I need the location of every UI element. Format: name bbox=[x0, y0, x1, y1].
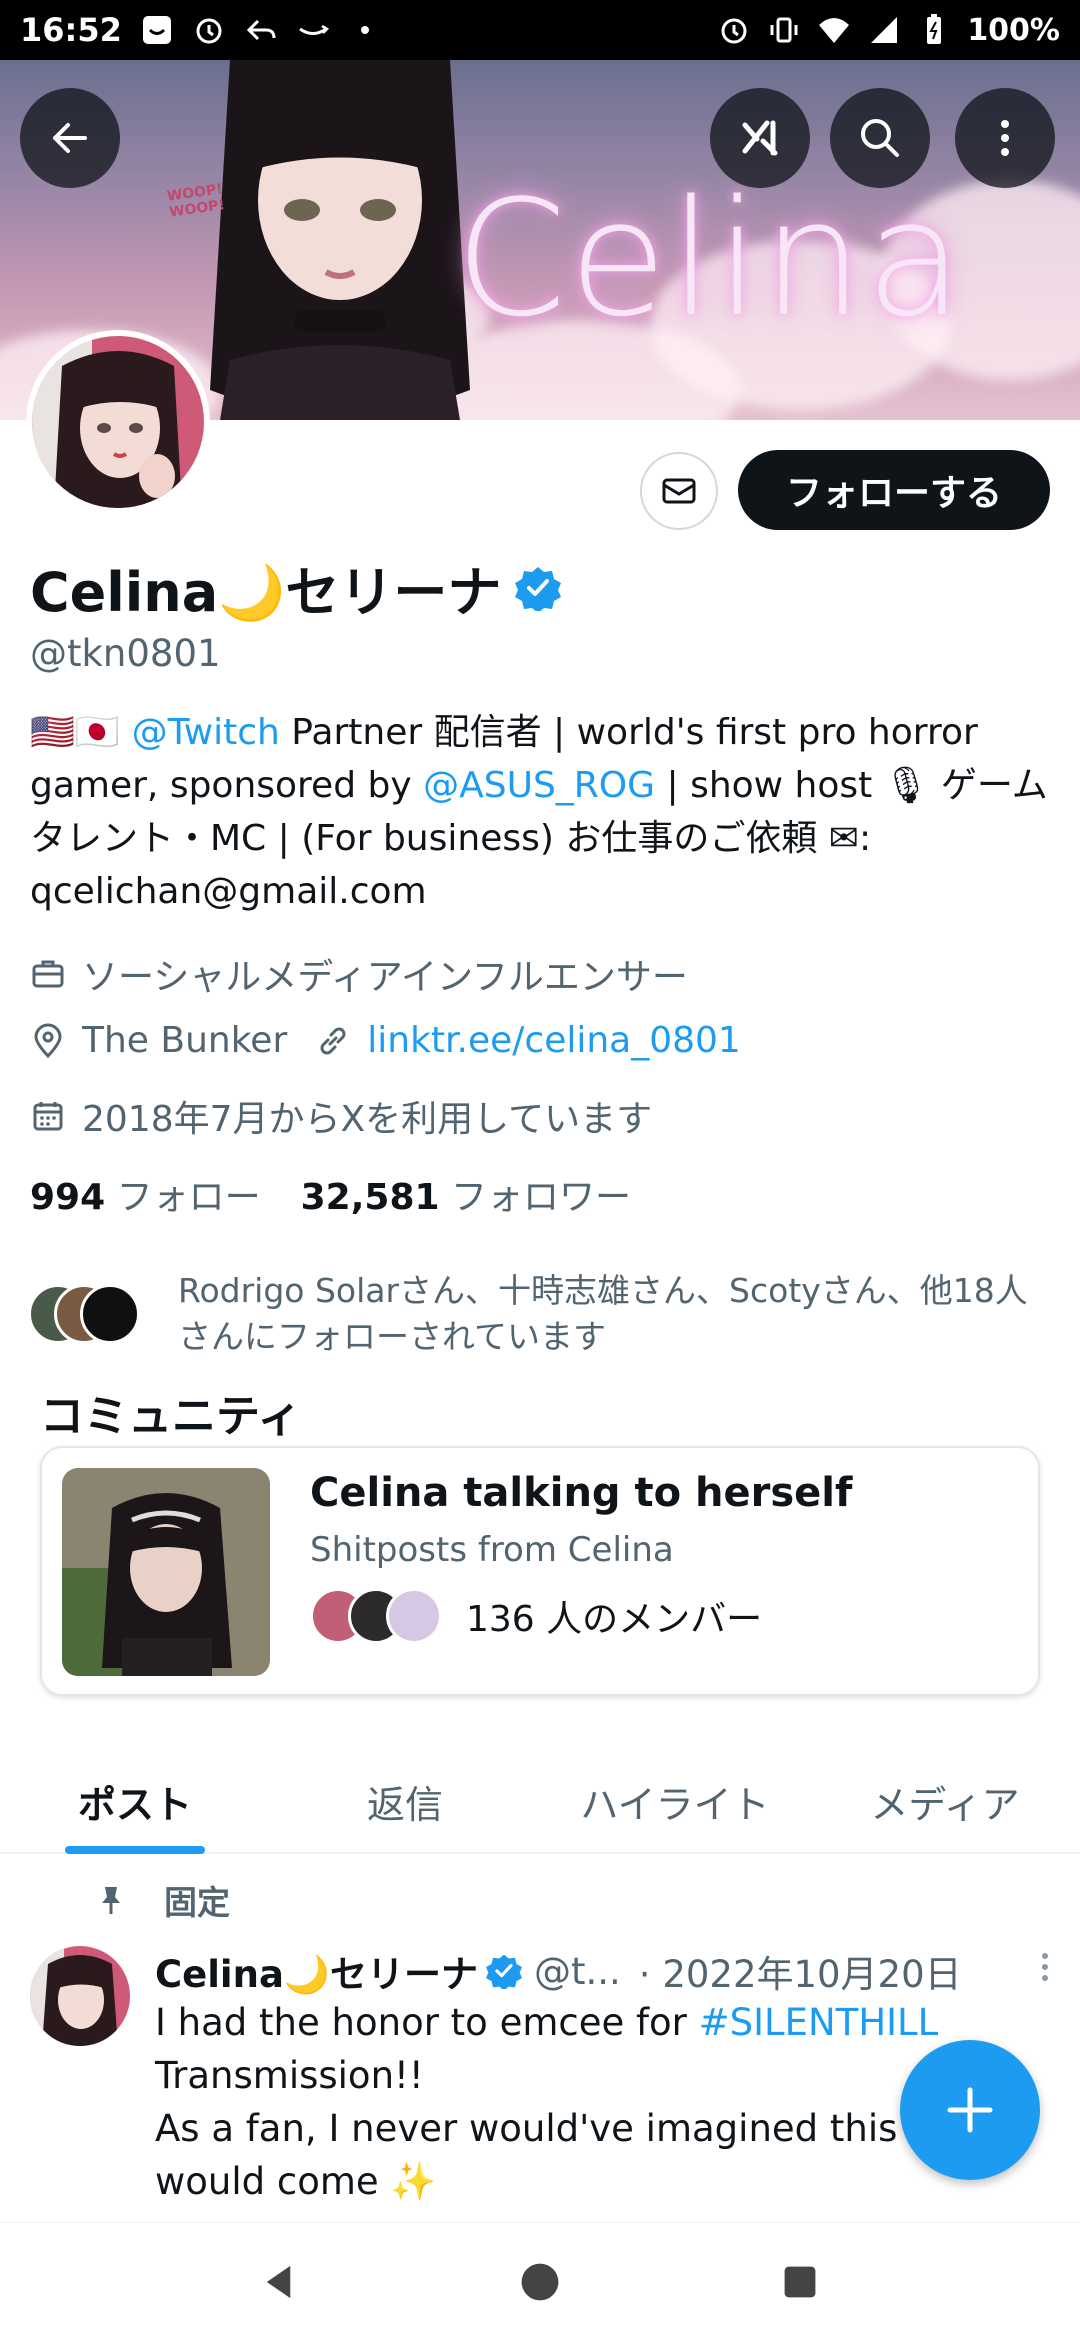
link-icon bbox=[320, 1027, 346, 1054]
bio-flags: 🇺🇸🇯🇵 bbox=[30, 712, 120, 753]
profile-category: ソーシャルメディアインフルエンサー bbox=[30, 948, 688, 1000]
back-button[interactable] bbox=[20, 88, 120, 188]
tweet-avatar[interactable] bbox=[30, 1946, 130, 2046]
home-circle-icon bbox=[521, 2263, 559, 2300]
status-bar: 16:52 100% bbox=[0, 0, 1080, 60]
follower-avatars bbox=[28, 1284, 148, 1348]
profile-location-row: The Bunker linktr.ee/celina_0801 bbox=[30, 1020, 741, 1061]
alarm-status-icon bbox=[717, 13, 751, 47]
back-arrow-icon bbox=[53, 123, 87, 153]
signal-icon bbox=[867, 13, 901, 47]
member-count: 136 人のメンバー bbox=[466, 1599, 763, 1640]
community-section-title: コミュニティ bbox=[40, 1391, 302, 1442]
tab-highlights[interactable]: ハイライト bbox=[540, 1750, 810, 1852]
plus-icon bbox=[947, 2087, 993, 2133]
more-vertical-icon bbox=[1042, 1952, 1048, 1981]
alarm-icon bbox=[192, 13, 226, 47]
pin-icon bbox=[102, 1887, 120, 1914]
banner-illustration bbox=[210, 60, 470, 420]
tweet-more-button[interactable] bbox=[1035, 1947, 1055, 1996]
vibrate-icon bbox=[767, 13, 801, 47]
briefcase-icon bbox=[32, 960, 64, 988]
community-thumbnail bbox=[62, 1468, 270, 1676]
verified-badge-icon[interactable] bbox=[515, 565, 562, 611]
bio-mention-asus[interactable]: @ASUS_ROG bbox=[423, 765, 655, 806]
grok-icon bbox=[742, 120, 778, 156]
grok-button[interactable] bbox=[710, 88, 810, 188]
location-pin-icon bbox=[34, 1023, 62, 1058]
community-description: Shitposts from Celina bbox=[310, 1530, 674, 1570]
wifi-icon bbox=[817, 13, 851, 47]
message-button[interactable] bbox=[640, 452, 718, 530]
tweet-line-2: Transmission!! bbox=[155, 2054, 424, 2097]
tweet-author-handle: @t... bbox=[534, 1949, 621, 1993]
tab-posts[interactable]: ポスト bbox=[0, 1750, 270, 1852]
battery-icon bbox=[917, 13, 951, 47]
recents-square-icon bbox=[784, 2266, 816, 2297]
tab-replies[interactable]: 返信 bbox=[270, 1750, 540, 1852]
banner-title: Celina bbox=[455, 165, 966, 352]
profile-joined-row: 2018年7月からXを利用しています bbox=[30, 1090, 652, 1142]
search-icon bbox=[861, 119, 899, 157]
reply-notification-icon bbox=[244, 13, 278, 47]
profile-name: Celina🌙セリーナ bbox=[30, 561, 502, 624]
follow-counts: 994 フォロー 32,581 フォロワー bbox=[30, 1168, 631, 1220]
calendar-icon bbox=[33, 1102, 63, 1131]
tab-media[interactable]: メディア bbox=[810, 1750, 1080, 1852]
pinned-label: 固定 bbox=[164, 1883, 230, 1922]
profile-avatar[interactable] bbox=[26, 330, 210, 514]
pinned-indicator: 固定 bbox=[94, 1876, 230, 1924]
joined-label: 2018年7月からXを利用しています bbox=[82, 1099, 653, 1140]
system-nav-bar bbox=[0, 2222, 1080, 2340]
mail-icon bbox=[662, 478, 696, 504]
following-link[interactable]: 994 フォロー bbox=[30, 1168, 261, 1220]
profile-handle: @tkn0801 bbox=[30, 632, 221, 675]
bio-mention-twitch[interactable]: @Twitch bbox=[132, 712, 280, 753]
more-options-button[interactable] bbox=[955, 88, 1055, 188]
amazon-notification-icon bbox=[296, 13, 330, 47]
tweet-author-name[interactable]: Celina🌙セリーナ bbox=[155, 1944, 478, 1998]
tweet-line-1: I had the honor to emcee for bbox=[155, 2001, 699, 2044]
compose-post-button[interactable] bbox=[900, 2040, 1040, 2180]
profile-bio: 🇺🇸🇯🇵 @Twitch Partner 配信者 | world's first … bbox=[30, 706, 1050, 918]
nav-back-button[interactable] bbox=[250, 2252, 310, 2312]
followers-link[interactable]: 32,581 フォロワー bbox=[301, 1168, 631, 1220]
followed-by-text: Rodrigo Solarさん、十時志雄さん、Scotyさん、他18人さんにフォ… bbox=[178, 1271, 1028, 1356]
tweet-date[interactable]: · 2022年10月20日 bbox=[639, 1944, 962, 1998]
avatar bbox=[80, 1284, 140, 1344]
location-label: The Bunker bbox=[82, 1020, 288, 1061]
tweet-header: Celina🌙セリーナ @t... · 2022年10月20日 bbox=[155, 1944, 1055, 1998]
search-button[interactable] bbox=[830, 88, 930, 188]
status-time: 16:52 bbox=[20, 11, 122, 49]
more-notifications-icon bbox=[348, 13, 382, 47]
profile-name-row: Celina🌙セリーナ bbox=[30, 548, 562, 627]
follow-button[interactable]: フォローする bbox=[738, 450, 1050, 530]
followed-by-row[interactable]: Rodrigo Solarさん、十時志雄さん、Scotyさん、他18人さんにフォ… bbox=[28, 1268, 1058, 1360]
community-members: 136 人のメンバー bbox=[310, 1586, 762, 1646]
website-link[interactable]: linktr.ee/celina_0801 bbox=[367, 1020, 741, 1061]
avatar bbox=[386, 1588, 442, 1644]
community-name: Celina talking to herself bbox=[310, 1470, 853, 1516]
tweet-line-3: As a fan, I never would've imagined this… bbox=[155, 2107, 933, 2150]
community-card[interactable]: Celina talking to herself Shitposts from… bbox=[40, 1446, 1040, 1696]
tweet-line-4: would come ✨ bbox=[155, 2160, 437, 2203]
verified-badge-icon bbox=[486, 1954, 522, 1989]
member-avatars bbox=[310, 1586, 446, 1646]
bio-email: qcelichan@gmail.com bbox=[30, 871, 427, 912]
nav-recents-button[interactable] bbox=[770, 2252, 830, 2312]
battery-percent: 100% bbox=[967, 12, 1060, 48]
tweet-hashtag[interactable]: #SILENTHILL bbox=[699, 2001, 939, 2044]
category-label: ソーシャルメディアインフルエンサー bbox=[82, 957, 688, 998]
nav-home-button[interactable] bbox=[510, 2252, 570, 2312]
profile-tabs: ポスト 返信 ハイライト メディア bbox=[0, 1750, 1080, 1854]
more-vertical-icon bbox=[1001, 120, 1009, 156]
app-notification-icon bbox=[140, 13, 174, 47]
back-triangle-icon bbox=[266, 2265, 291, 2298]
avatar-image bbox=[32, 336, 204, 508]
